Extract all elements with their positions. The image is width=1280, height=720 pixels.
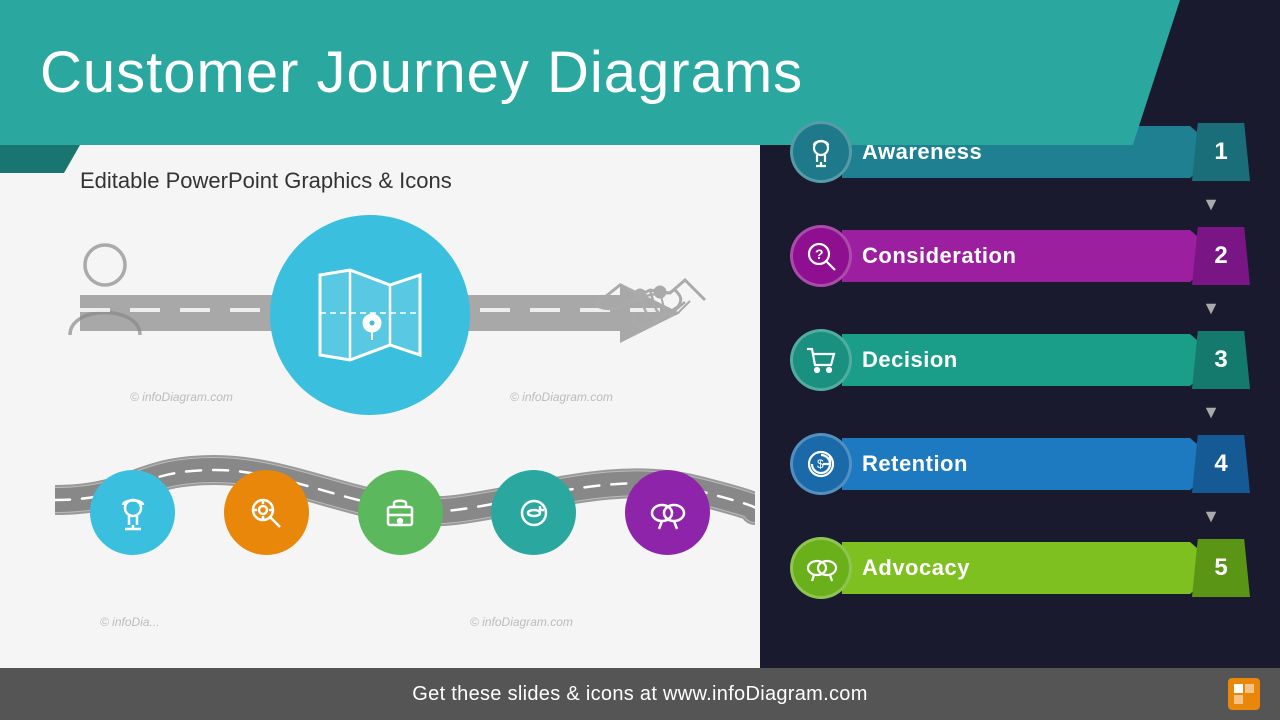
step-label-advocacy: Advocacy <box>862 555 970 581</box>
step-label-consideration: Consideration <box>862 243 1016 269</box>
stage-circle-awareness <box>90 470 175 555</box>
subtitle: Editable PowerPoint Graphics & Icons <box>80 168 452 194</box>
step-label-retention: Retention <box>862 451 968 477</box>
step-row-consideration: ? Consideration 2 <box>790 219 1250 293</box>
step-bar-decision: Decision <box>842 334 1220 386</box>
watermark-3: © infoDia... <box>100 615 160 629</box>
step-row-decision: Decision 3 <box>790 323 1250 397</box>
map-circle <box>270 215 470 415</box>
footer: Get these slides & icons at www.infoDiag… <box>0 668 1280 720</box>
stage-circles-row <box>60 470 740 555</box>
step-bar-advocacy: Advocacy <box>842 542 1220 594</box>
step-circle-consideration: ? <box>790 225 852 287</box>
stage-circle-advocacy <box>625 470 710 555</box>
arrow-4: ▼ <box>790 509 1250 523</box>
stage-circle-decision <box>358 470 443 555</box>
step-number-5: 5 <box>1192 539 1250 597</box>
watermark-1: © infoDiagram.com <box>130 390 233 404</box>
arrow-2: ▼ <box>790 301 1250 315</box>
svg-text:?: ? <box>815 246 824 262</box>
step-number-2: 2 <box>1192 227 1250 285</box>
header-banner: Customer Journey Diagrams <box>0 0 1180 145</box>
step-number-1: 1 <box>1192 123 1250 181</box>
step-bar-consideration: Consideration <box>842 230 1220 282</box>
svg-text:$: $ <box>817 457 824 471</box>
watermark-2: © infoDiagram.com <box>510 390 613 404</box>
footer-logo <box>1228 678 1260 710</box>
page-title: Customer Journey Diagrams <box>40 39 803 106</box>
step-number-4: 4 <box>1192 435 1250 493</box>
step-circle-decision <box>790 329 852 391</box>
step-label-decision: Decision <box>862 347 958 373</box>
step-circle-retention: $ <box>790 433 852 495</box>
step-bar-retention: Retention <box>842 438 1220 490</box>
step-row-retention: $ Retention 4 <box>790 427 1250 501</box>
stage-circle-retention <box>491 470 576 555</box>
step-number-3: 3 <box>1192 331 1250 389</box>
arrow-1: ▼ <box>790 197 1250 211</box>
step-circle-advocacy <box>790 537 852 599</box>
watermark-4: © infoDiagram.com <box>470 615 573 629</box>
stage-circle-consideration <box>224 470 309 555</box>
handshake-icon <box>590 255 710 352</box>
arrow-3: ▼ <box>790 405 1250 419</box>
step-row-advocacy: Advocacy 5 <box>790 531 1250 605</box>
step-circle-awareness <box>790 121 852 183</box>
footer-text: Get these slides & icons at www.infoDiag… <box>412 683 867 706</box>
